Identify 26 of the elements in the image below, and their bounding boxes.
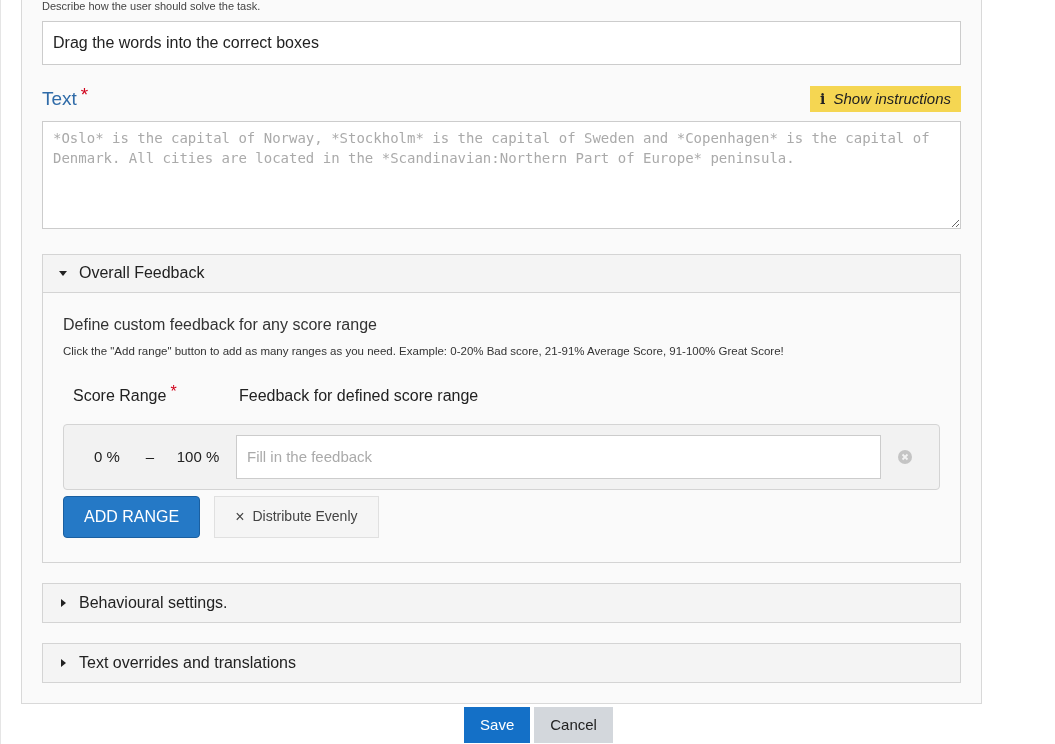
info-icon: i [820, 88, 826, 110]
range-separator: – [144, 446, 156, 467]
caret-icon [59, 269, 67, 277]
distribute-evenly-button[interactable]: × Distribute Evenly [214, 495, 379, 538]
feedback-field[interactable]: Fill in the feedback [236, 434, 881, 479]
range-to: 100 % [175, 446, 221, 467]
caret-icon [59, 658, 67, 667]
required-mark: * [80, 83, 89, 107]
close-icon: × [235, 504, 245, 529]
cancel-button[interactable]: Cancel [534, 706, 613, 743]
show-instructions-button[interactable]: i Show instructions [810, 86, 961, 113]
section-description: Click the "Add range" button to add as many ranges as you need. Example: 0-20% Bad score, 21-91% Average Score, 91-100% Great Score! [63, 343, 785, 359]
add-range-button[interactable]: ADD RANGE [63, 495, 201, 538]
column-heading: Score Range [73, 385, 167, 406]
range-from: 0 % [93, 446, 121, 467]
field-label: Text [42, 87, 77, 111]
required-mark: * [170, 381, 177, 402]
caret-icon [59, 598, 67, 607]
section-header[interactable]: Overall Feedback [43, 254, 960, 293]
section-heading: Define custom feedback for any score range [63, 314, 378, 335]
column-heading: Feedback for defined score range [239, 386, 479, 404]
field-hint: Describe how the user should solve the task. [42, 0, 262, 12]
save-button[interactable]: Save [464, 706, 531, 743]
text-area[interactable]: *Oslo* is the capital of Norway, *Stockholm* is the capital of Sweden and *Copenhagen* is the capital of Denmark. All cities are located in the *Scandinavian:Northern Part of Europe* peninsula. [42, 120, 961, 229]
remove-icon[interactable] [898, 449, 912, 464]
task-description-field[interactable]: Drag the words into the correct boxes [42, 21, 961, 65]
